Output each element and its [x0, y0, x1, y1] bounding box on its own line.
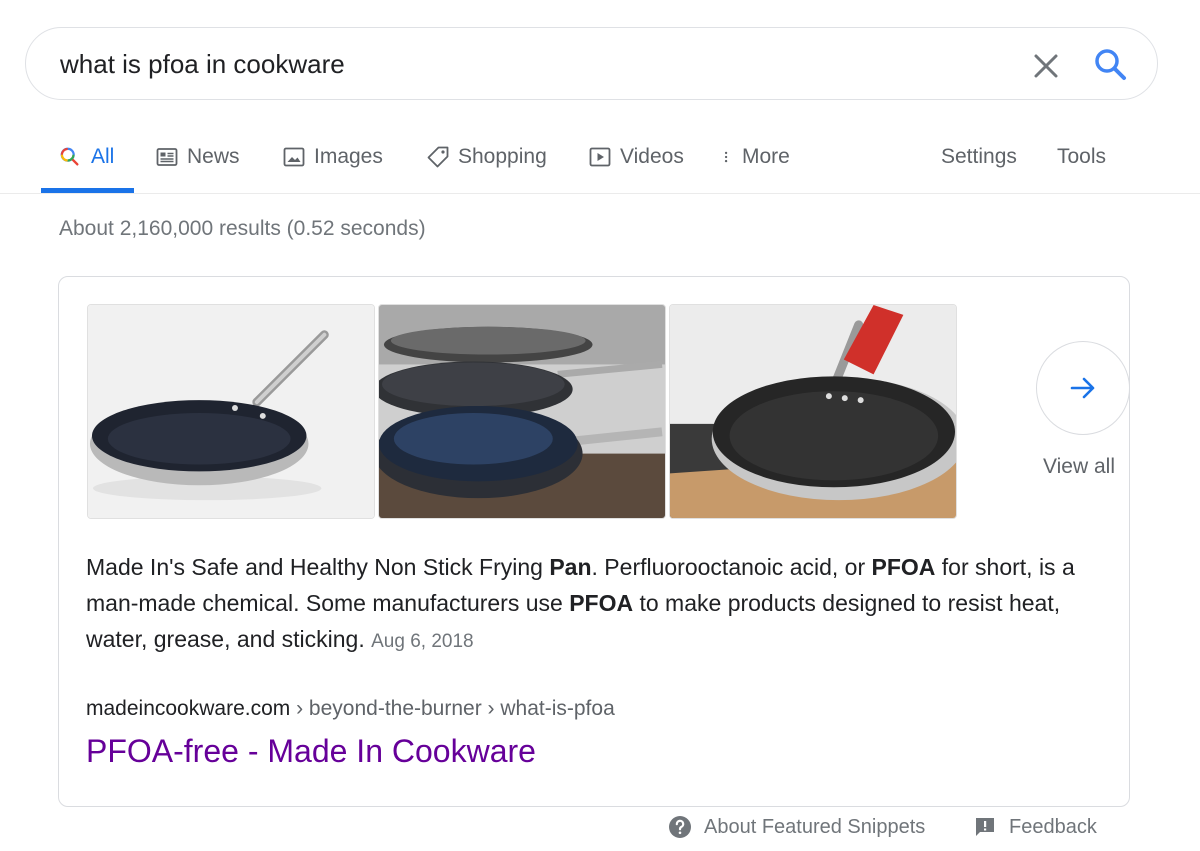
footer-label: Feedback: [1009, 815, 1097, 838]
snippet-highlight: Pan: [549, 554, 592, 580]
tag-icon: [427, 146, 449, 168]
search-bar[interactable]: what is pfoa in cookware: [25, 27, 1158, 100]
featured-snippet: View all Made In's Safe and Healthy Non …: [58, 276, 1130, 807]
tab-label: News: [187, 145, 240, 168]
newspaper-icon: [156, 148, 178, 166]
footer-label: About Featured Snippets: [704, 815, 926, 838]
tab-images[interactable]: Images: [282, 143, 383, 171]
snippet-highlight: PFOA: [871, 554, 936, 580]
result-url: madeincookware.com › beyond-the-burner ›…: [86, 697, 615, 721]
tab-more[interactable]: More: [722, 143, 790, 171]
frying-pan-image: [379, 305, 665, 518]
next-images-button[interactable]: [1036, 341, 1130, 435]
result-title-link[interactable]: PFOA-free - Made In Cookware: [86, 733, 536, 770]
tab-label: Tools: [1057, 145, 1107, 168]
about-featured-snippets-link[interactable]: About Featured Snippets: [668, 815, 925, 839]
search-icon: [60, 147, 79, 166]
tab-label: All: [91, 145, 115, 168]
tab-label: Settings: [941, 145, 1017, 168]
search-tabs: All News Images Shopping Videos More Set…: [0, 130, 1200, 194]
tab-label: More: [742, 145, 790, 168]
result-breadcrumb: › beyond-the-burner › what-is-pfoa: [290, 697, 615, 720]
feedback-icon: [976, 818, 994, 836]
feedback-link[interactable]: Feedback: [973, 815, 1097, 839]
tab-label: Shopping: [458, 145, 547, 168]
tab-videos[interactable]: Videos: [588, 143, 684, 171]
frying-pan-image: [670, 305, 956, 518]
video-icon: [589, 147, 611, 167]
tab-settings[interactable]: Settings: [941, 143, 1017, 171]
tab-label: Videos: [620, 145, 684, 168]
snippet-highlight: PFOA: [569, 590, 634, 616]
tab-label: Images: [314, 145, 383, 168]
tab-all[interactable]: All: [59, 143, 114, 171]
snippet-text-part: . Perfluorooctanoic acid, or: [591, 554, 872, 580]
more-vert-icon: [724, 151, 728, 163]
active-tab-indicator: [41, 188, 134, 193]
tab-shopping[interactable]: Shopping: [426, 143, 547, 171]
search-input[interactable]: what is pfoa in cookware: [60, 49, 345, 80]
search-icon: [1095, 49, 1126, 80]
help-icon: [669, 816, 691, 838]
snippet-image-3[interactable]: [669, 304, 957, 519]
snippet-image-2[interactable]: [378, 304, 666, 519]
tab-tools[interactable]: Tools: [1057, 143, 1106, 171]
view-all-link[interactable]: View all: [1043, 455, 1115, 479]
tab-news[interactable]: News: [155, 143, 240, 171]
snippet-image-1[interactable]: [87, 304, 375, 519]
arrow-right-icon: [1070, 377, 1095, 399]
snippet-text: Made In's Safe and Healthy Non Stick Fry…: [86, 549, 1086, 660]
result-stats: About 2,160,000 results (0.52 seconds): [59, 217, 426, 240]
snippet-text-part: Made In's Safe and Healthy Non Stick Fry…: [86, 554, 550, 580]
result-domain: madeincookware.com: [86, 697, 291, 720]
search-button[interactable]: [1092, 46, 1130, 84]
clear-button[interactable]: [1028, 48, 1064, 84]
snippet-date: Aug 6, 2018: [371, 631, 474, 652]
image-icon: [283, 147, 305, 167]
close-icon: [1034, 54, 1058, 78]
frying-pan-image: [88, 305, 374, 518]
